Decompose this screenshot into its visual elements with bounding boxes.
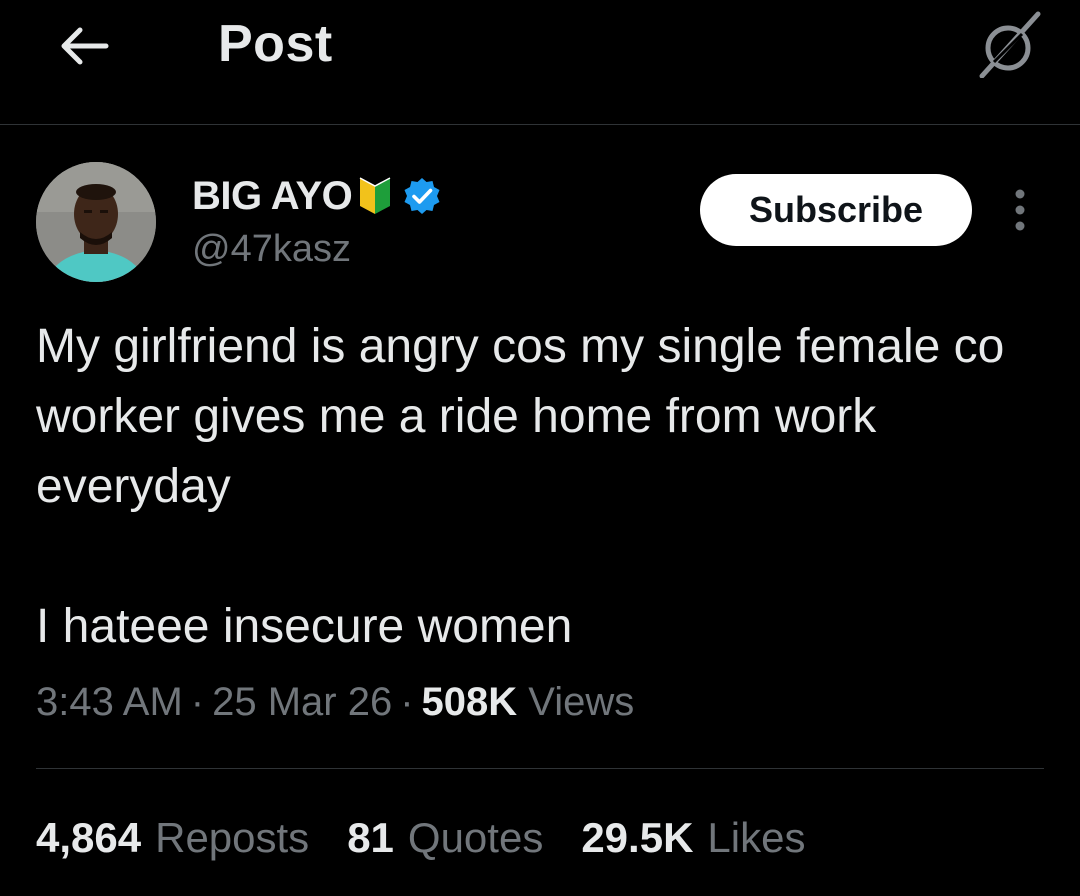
likes-label: Likes [707, 814, 806, 861]
page-title: Post [218, 15, 333, 73]
author-handle[interactable]: @47kasz [192, 228, 351, 271]
quotes-count: 81 [347, 814, 394, 861]
author-name-row[interactable]: BIG AYO [192, 170, 442, 222]
avatar[interactable] [36, 162, 156, 282]
likes-stat[interactable]: 29.5K Likes [581, 814, 805, 862]
verified-badge-icon[interactable] [402, 176, 442, 216]
more-options-button[interactable] [1000, 184, 1040, 236]
likes-count: 29.5K [581, 814, 694, 861]
top-bar: Post [0, 0, 1080, 125]
reposts-count: 4,864 [36, 814, 142, 861]
reposts-stat[interactable]: 4,864 Reposts [36, 814, 309, 862]
tweet-text: My girlfriend is angry cos my single fem… [36, 320, 1005, 653]
more-vertical-icon [1015, 189, 1025, 231]
back-button[interactable] [52, 16, 116, 76]
views-label: Views [528, 680, 635, 724]
arrow-left-icon [61, 27, 109, 65]
quotes-stat[interactable]: 81 Quotes [347, 814, 543, 862]
japanese-beginner-symbol-icon [358, 176, 392, 216]
meta-separator: · [400, 680, 414, 724]
subscribe-button[interactable]: Subscribe [700, 174, 972, 246]
engagement-stats: 4,864 Reposts 81 Quotes 29.5K Likes [36, 814, 843, 862]
meta-separator: · [190, 680, 205, 724]
divider [36, 768, 1044, 769]
grok-button[interactable] [968, 8, 1048, 80]
tweet-time[interactable]: 3:43 AM [36, 680, 183, 724]
tweet-date[interactable]: 25 Mar 26 [212, 680, 392, 724]
grok-icon [979, 11, 1041, 78]
quotes-label: Quotes [407, 814, 544, 861]
tweet-meta: 3:43 AM · 25 Mar 26 · 508K Views [36, 680, 634, 725]
reposts-label: Reposts [155, 814, 310, 861]
views-count: 508K [421, 680, 518, 724]
author-name[interactable]: BIG AYO [192, 174, 353, 219]
profile-photo-icon [36, 162, 156, 282]
